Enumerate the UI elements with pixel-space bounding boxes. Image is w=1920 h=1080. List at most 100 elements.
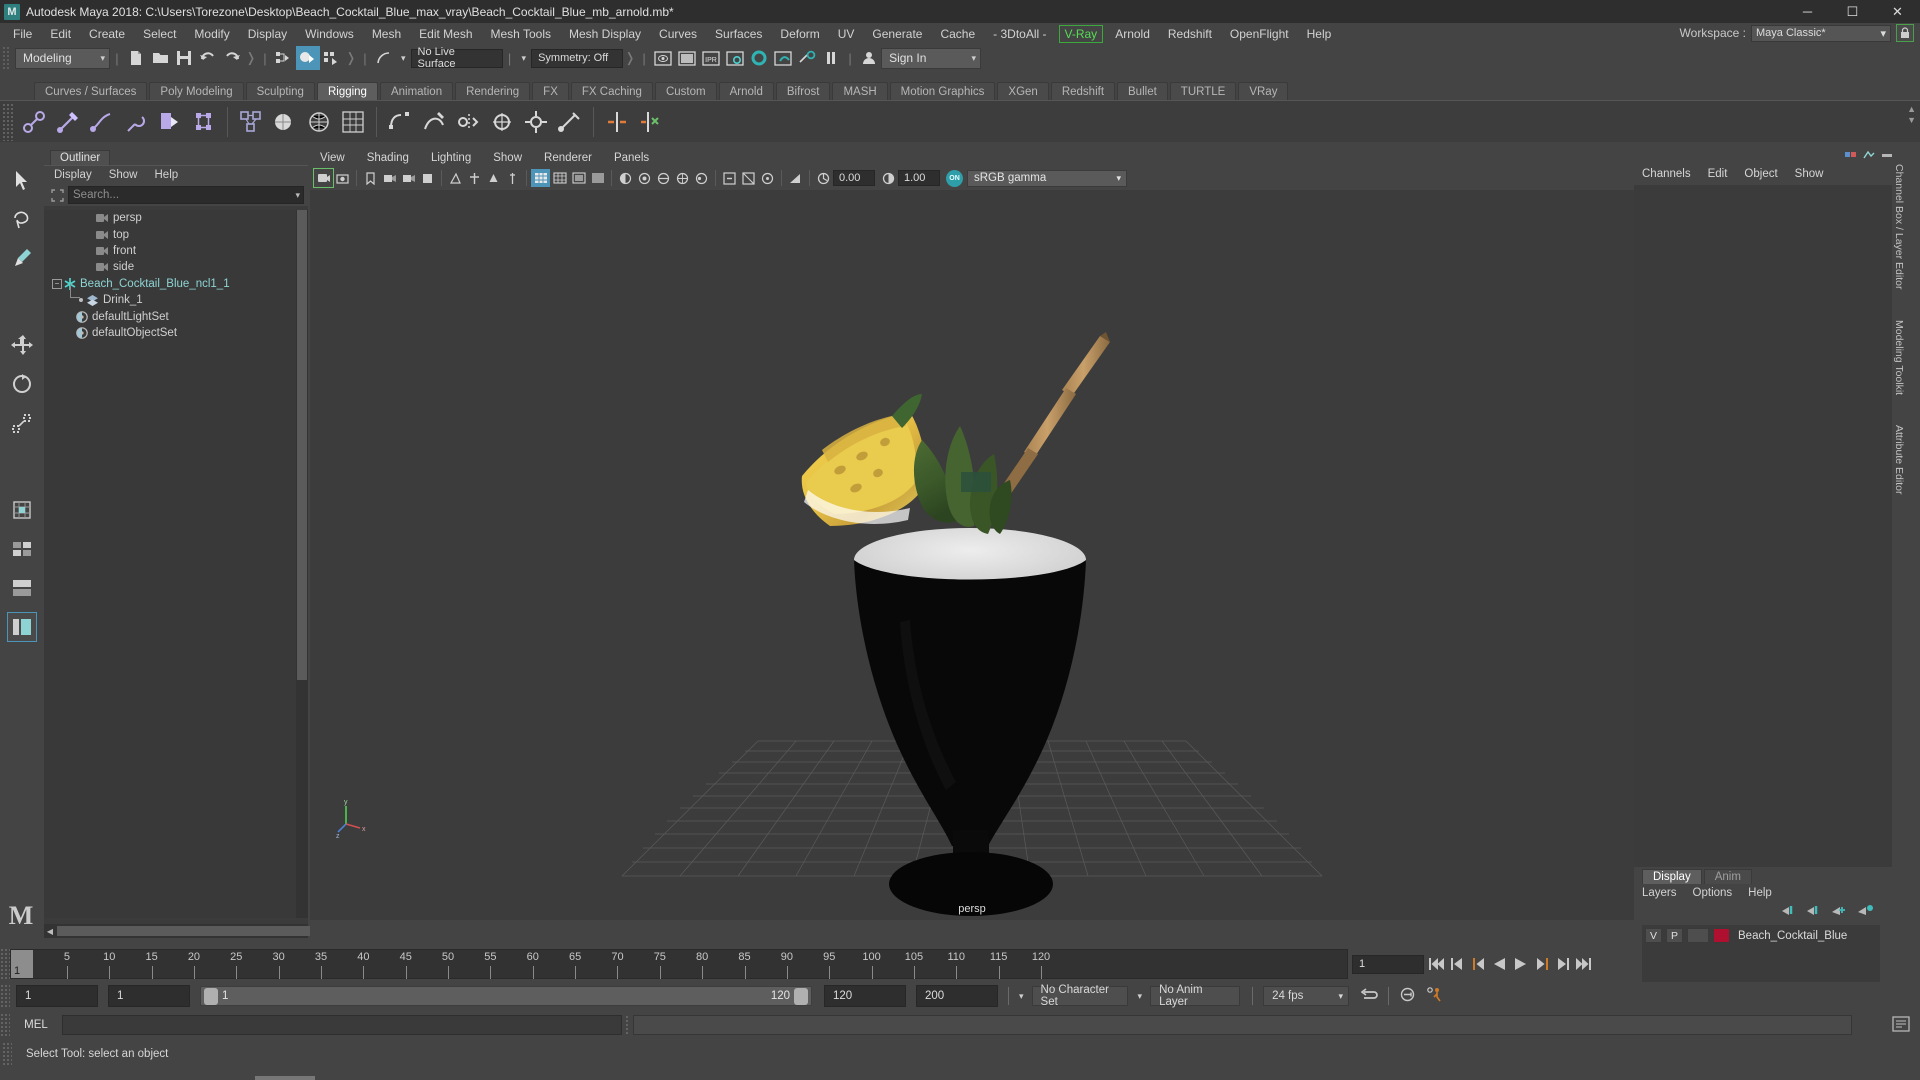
expand-collapse-icon[interactable]: − (52, 278, 62, 289)
viewport-menu-shading[interactable]: Shading (367, 152, 409, 164)
pause-render-icon[interactable] (819, 46, 843, 70)
outliner-item-drink-1[interactable]: Drink_1 (44, 283, 308, 308)
move-layer-down-icon[interactable] (1806, 904, 1822, 920)
shelf-tab-redshift[interactable]: Redshift (1050, 82, 1116, 100)
layer-menu-layers[interactable]: Layers (1642, 887, 1677, 899)
select-by-component-icon[interactable] (320, 46, 344, 70)
layer-menu-help[interactable]: Help (1748, 887, 1772, 899)
layer-tab-display[interactable]: Display (1642, 869, 1702, 884)
range-end-time-field[interactable]: 120 (824, 985, 906, 1007)
script-language-label[interactable]: MEL (10, 1019, 62, 1031)
show-manipulator-icon[interactable] (1845, 149, 1857, 164)
select-tool-icon[interactable] (7, 165, 37, 195)
exposure-value-field[interactable]: 0.00 (833, 170, 875, 186)
exposure-gauge-icon[interactable] (814, 169, 833, 187)
rotate-tool-icon[interactable] (7, 369, 37, 399)
script-editor-icon[interactable] (1892, 1015, 1910, 1035)
outliner-item-beach-cocktail-blue-ncl1-1[interactable]: − Beach_Cocktail_Blue_ncl1_1 (44, 276, 308, 292)
move-tool-icon[interactable] (7, 330, 37, 360)
menu-redshift[interactable]: Redshift (1159, 25, 1221, 43)
range-start-time-field[interactable]: 1 (108, 985, 190, 1007)
animation-start-time-field[interactable]: 1 (16, 985, 98, 1007)
menu-arnold[interactable]: Arnold (1106, 25, 1159, 43)
sign-in-dropdown[interactable]: Sign In ▾ (881, 47, 982, 69)
anim-layer-dropdown[interactable]: No Anim Layer (1150, 984, 1241, 1008)
field-chart-icon[interactable] (503, 169, 522, 187)
shelf-tab-curves-surfaces[interactable]: Curves / Surfaces (34, 82, 148, 100)
scroll-left-arrow-icon[interactable]: ◀ (44, 925, 56, 937)
menu-mesh[interactable]: Mesh (363, 25, 410, 43)
shelf-tab-motion-graphics[interactable]: Motion Graphics (889, 82, 996, 100)
channelbox-menu-show[interactable]: Show (1795, 168, 1824, 180)
depth-of-field-icon[interactable] (692, 169, 711, 187)
menu-mesh-display[interactable]: Mesh Display (560, 25, 650, 43)
orient-joint-icon[interactable] (485, 105, 519, 139)
shelf-tab-sculpting[interactable]: Sculpting (245, 82, 315, 100)
vertical-tab-modeling-toolkit[interactable]: Modeling Toolkit (1893, 320, 1905, 395)
paint-weights-icon[interactable] (153, 105, 187, 139)
shelf-tab-xgen[interactable]: XGen (997, 82, 1049, 100)
chevron-down-icon[interactable]: ▾ (1138, 991, 1143, 1002)
shelf-tab-rendering[interactable]: Rendering (455, 82, 531, 100)
outliner-item-defaultobjectset[interactable]: defaultObjectSet (44, 325, 308, 341)
multisample-aa-icon[interactable] (673, 169, 692, 187)
menu-select[interactable]: Select (134, 25, 185, 43)
lasso-tool-icon[interactable] (7, 204, 37, 234)
viewport-menu-lighting[interactable]: Lighting (431, 152, 471, 164)
outliner-menu-help[interactable]: Help (155, 169, 179, 181)
shelf-tab-animation[interactable]: Animation (379, 82, 454, 100)
curve-tool-icon[interactable] (417, 105, 451, 139)
minimize-button[interactable]: ─ (1785, 0, 1830, 23)
mirror-joint-icon[interactable] (451, 105, 485, 139)
scale-tool-icon[interactable] (7, 408, 37, 438)
outliner-search-input[interactable]: Search... ▾ (68, 186, 304, 204)
gamma-value-field[interactable]: 1.00 (898, 170, 940, 186)
paint-select-tool-icon[interactable] (7, 243, 37, 273)
outliner-item-side[interactable]: side (44, 259, 308, 275)
layer-color-swatch[interactable] (1713, 928, 1730, 943)
menu-v-ray[interactable]: V-Ray (1058, 24, 1104, 43)
nurbs-circle-icon[interactable] (383, 105, 417, 139)
viewport-menu-show[interactable]: Show (493, 152, 522, 164)
render-settings-icon[interactable] (723, 46, 747, 70)
smooth-shade-all-icon[interactable] (550, 169, 569, 187)
menu-3dtoall[interactable]: - 3DtoAll - (984, 25, 1055, 43)
menu-modify[interactable]: Modify (185, 25, 238, 43)
help-line-grip[interactable] (2, 1042, 12, 1066)
viewport-menu-view[interactable]: View (320, 152, 345, 164)
layer-visibility-toggle[interactable]: V (1645, 928, 1662, 943)
shelf-tab-turtle[interactable]: TURTLE (1169, 82, 1237, 100)
create-cluster-icon[interactable] (119, 105, 153, 139)
redo-render-icon[interactable] (675, 46, 699, 70)
range-start-handle[interactable] (204, 987, 218, 1005)
menu-surfaces[interactable]: Surfaces (706, 25, 771, 43)
menu-curves[interactable]: Curves (650, 25, 706, 43)
play-backwards-icon[interactable] (1491, 955, 1508, 973)
snap-curve-icon[interactable] (372, 46, 396, 70)
select-camera-icon[interactable] (313, 168, 334, 188)
shadows-icon[interactable] (616, 169, 635, 187)
time-slider-track[interactable]: 1 5 10 15 20 25 30 35 40 45 50 55 60 65 70 75 80 85 90 95 1… (10, 949, 1348, 979)
bind-skin-icon[interactable] (187, 105, 221, 139)
auto-key-icon[interactable] (1399, 987, 1416, 1005)
camera-attributes-icon[interactable] (333, 169, 352, 187)
use-default-material-icon[interactable] (588, 169, 607, 187)
motion-blur-icon[interactable] (654, 169, 673, 187)
step-back-frame-icon[interactable] (1470, 955, 1487, 973)
isolate-select-icon[interactable] (720, 169, 739, 187)
select-by-hierarchy-icon[interactable] (272, 46, 296, 70)
undo-icon[interactable] (196, 46, 220, 70)
toggle-channel-box-icon[interactable] (1863, 149, 1875, 164)
xray-mode-icon[interactable] (739, 169, 758, 187)
shelf-tab-bullet[interactable]: Bullet (1117, 82, 1168, 100)
outliner-item-defaultlightset[interactable]: defaultLightSet (44, 308, 308, 324)
two-pane-layout-icon[interactable] (7, 573, 37, 603)
create-layer-from-selected-icon[interactable] (1857, 904, 1874, 920)
menu-uv[interactable]: UV (829, 25, 864, 43)
open-scene-icon[interactable] (148, 46, 172, 70)
color-space-dropdown[interactable]: sRGB gamma ▾ (967, 169, 1127, 187)
channelbox-menu-edit[interactable]: Edit (1708, 168, 1728, 180)
blend-shape-icon[interactable] (234, 105, 268, 139)
menu-file[interactable]: File (4, 25, 41, 43)
command-line-divider-grip[interactable] (625, 1015, 630, 1035)
